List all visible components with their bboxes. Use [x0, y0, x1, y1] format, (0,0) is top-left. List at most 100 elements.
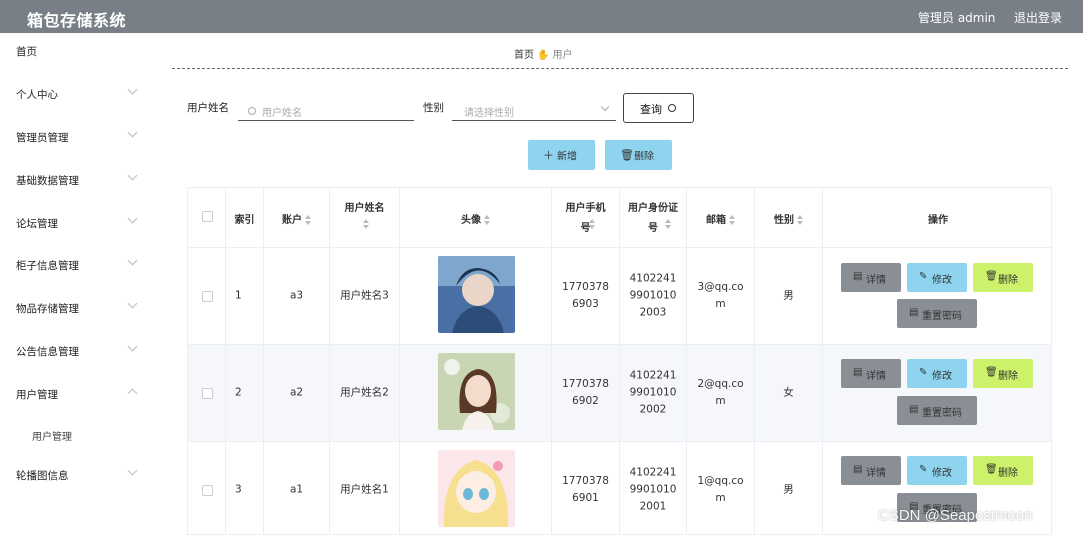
- header-label: 邮箱: [706, 215, 726, 226]
- select-all-checkbox[interactable]: [202, 211, 213, 222]
- column-header-avatar[interactable]: 头像: [400, 188, 552, 248]
- sidebar-item-base-data[interactable]: 基础数据管理: [0, 166, 150, 196]
- column-header-name[interactable]: 用户姓名: [330, 188, 400, 248]
- cell-select: [188, 248, 226, 344]
- column-header-account[interactable]: 账户: [264, 188, 330, 248]
- detail-button[interactable]: ▤ 详情: [841, 359, 901, 388]
- header-label: 性别: [774, 215, 794, 226]
- cell-name-value: 用户姓名1: [340, 483, 389, 496]
- header-label: 索引: [234, 215, 255, 226]
- chevron-up-icon: [127, 388, 138, 399]
- cell-email-value: 2@qq.com: [697, 378, 744, 407]
- batch-delete-button[interactable]: 🗑 删除: [605, 140, 672, 170]
- cell-name: 用户姓名2: [330, 345, 400, 441]
- table-row: 2 a2 用户姓名2 17703786902 41022419901010200…: [188, 345, 1051, 442]
- sidebar: 首页 个人中心 管理员管理 基础数据管理 论坛管理 柜子信息管理 物品存储管理 …: [0, 33, 150, 535]
- edit-icon: ✎: [919, 367, 928, 378]
- row-checkbox[interactable]: [202, 388, 213, 399]
- sidebar-item-cabinet[interactable]: 柜子信息管理: [0, 251, 150, 281]
- delete-button[interactable]: 🗑 删除: [973, 359, 1033, 388]
- trash-icon: 🗑: [985, 367, 998, 378]
- sort-icon[interactable]: [665, 219, 671, 229]
- sidebar-subitem-user-manage[interactable]: 用户管理: [0, 423, 150, 447]
- sidebar-item-storage[interactable]: 物品存储管理: [0, 294, 150, 324]
- sidebar-item-forum[interactable]: 论坛管理: [0, 209, 150, 239]
- query-button[interactable]: 查询: [623, 93, 694, 123]
- column-header-gender[interactable]: 性别: [755, 188, 823, 248]
- document-icon: ▤: [853, 464, 863, 475]
- detail-button[interactable]: ▤ 详情: [841, 263, 901, 292]
- sidebar-item-label: 管理员管理: [16, 132, 69, 144]
- sort-icon[interactable]: [729, 215, 735, 225]
- name-search-label: 用户姓名: [187, 102, 229, 114]
- cell-phone: 17703786902: [552, 345, 620, 441]
- edit-button[interactable]: ✎ 修改: [907, 263, 967, 292]
- delete-button[interactable]: 🗑 删除: [973, 456, 1033, 485]
- document-icon: ▤: [853, 271, 863, 282]
- cell-name-value: 用户姓名3: [340, 289, 389, 302]
- sidebar-item-user-manage[interactable]: 用户管理: [0, 380, 150, 410]
- reset-password-button[interactable]: ▤ 重置密码: [897, 299, 977, 328]
- sidebar-item-personal-center[interactable]: 个人中心: [0, 80, 150, 110]
- document-icon: ▤: [909, 307, 919, 318]
- sidebar-item-notice[interactable]: 公告信息管理: [0, 337, 150, 367]
- logout-link[interactable]: 退出登录: [1014, 9, 1062, 26]
- reset-password-button[interactable]: ▤ 重置密码: [897, 396, 977, 425]
- column-header-idcard[interactable]: 用户身份证号: [620, 188, 687, 248]
- cell-gender-value: 女: [783, 386, 794, 399]
- sort-icon[interactable]: [589, 219, 595, 229]
- cell-name: 用户姓名1: [330, 442, 400, 534]
- sort-icon[interactable]: [797, 215, 803, 225]
- sort-icon[interactable]: [363, 219, 369, 229]
- row-checkbox[interactable]: [202, 291, 213, 302]
- trash-icon: 🗑: [985, 271, 998, 282]
- gender-select[interactable]: 请选择性别: [452, 101, 616, 121]
- detail-button[interactable]: ▤ 详情: [841, 456, 901, 485]
- column-header-email[interactable]: 邮箱: [687, 188, 755, 248]
- sidebar-item-label: 基础数据管理: [16, 175, 79, 187]
- sort-icon[interactable]: [305, 215, 311, 225]
- cell-index: 3: [226, 442, 264, 534]
- header-label: 用户身份证号: [628, 203, 678, 234]
- sidebar-item-label: 论坛管理: [16, 218, 58, 230]
- reset-password-label: 重置密码: [922, 408, 962, 419]
- user-table: 索引 账户 用户姓名 头像 用户手机号 用户身份证号 邮箱 性别 操作 1 a3…: [187, 187, 1052, 535]
- delete-button[interactable]: 🗑 删除: [973, 263, 1033, 292]
- cell-phone-value: 17703786901: [562, 475, 609, 504]
- cell-idcard: 410224199010102001: [620, 442, 687, 534]
- cell-index: 2: [226, 345, 264, 441]
- name-search-input[interactable]: 用户姓名: [238, 101, 414, 121]
- chevron-down-icon: [127, 341, 138, 352]
- avatar[interactable]: [438, 450, 515, 527]
- cell-idcard: 410224199010102002: [620, 345, 687, 441]
- sidebar-item-label: 个人中心: [16, 89, 58, 101]
- edit-button-label: 修改: [932, 468, 952, 479]
- top-header: 箱包存储系统 管理员 admin 退出登录: [0, 0, 1083, 33]
- cell-gender: 男: [755, 442, 823, 534]
- sidebar-item-label: 公告信息管理: [16, 346, 79, 358]
- cell-account-value: a3: [289, 289, 304, 302]
- reset-password-label: 重置密码: [922, 311, 962, 322]
- edit-button[interactable]: ✎ 修改: [907, 456, 967, 485]
- row-checkbox[interactable]: [202, 485, 213, 496]
- edit-button[interactable]: ✎ 修改: [907, 359, 967, 388]
- cell-gender-value: 男: [783, 483, 794, 496]
- cell-avatar: [400, 442, 552, 534]
- sort-icon[interactable]: [484, 215, 490, 225]
- avatar[interactable]: [438, 353, 515, 430]
- chevron-down-icon: [127, 170, 138, 181]
- cell-select: [188, 442, 226, 534]
- name-search-placeholder: 用户姓名: [262, 108, 302, 119]
- sidebar-item-carousel[interactable]: 轮播图信息: [0, 461, 150, 491]
- cell-idcard: 410224199010102003: [620, 248, 687, 344]
- edit-icon: ✎: [919, 271, 928, 282]
- breadcrumb-current: 用户: [552, 50, 573, 61]
- avatar[interactable]: [438, 256, 515, 333]
- cell-phone: 17703786901: [552, 442, 620, 534]
- breadcrumb-home[interactable]: 首页: [514, 50, 534, 61]
- column-header-phone[interactable]: 用户手机号: [552, 188, 620, 248]
- sidebar-item-admin-manage[interactable]: 管理员管理: [0, 123, 150, 153]
- sidebar-item-home[interactable]: 首页: [0, 37, 150, 67]
- column-header-actions: 操作: [823, 188, 1051, 248]
- add-button[interactable]: ＋ 新增: [528, 140, 595, 170]
